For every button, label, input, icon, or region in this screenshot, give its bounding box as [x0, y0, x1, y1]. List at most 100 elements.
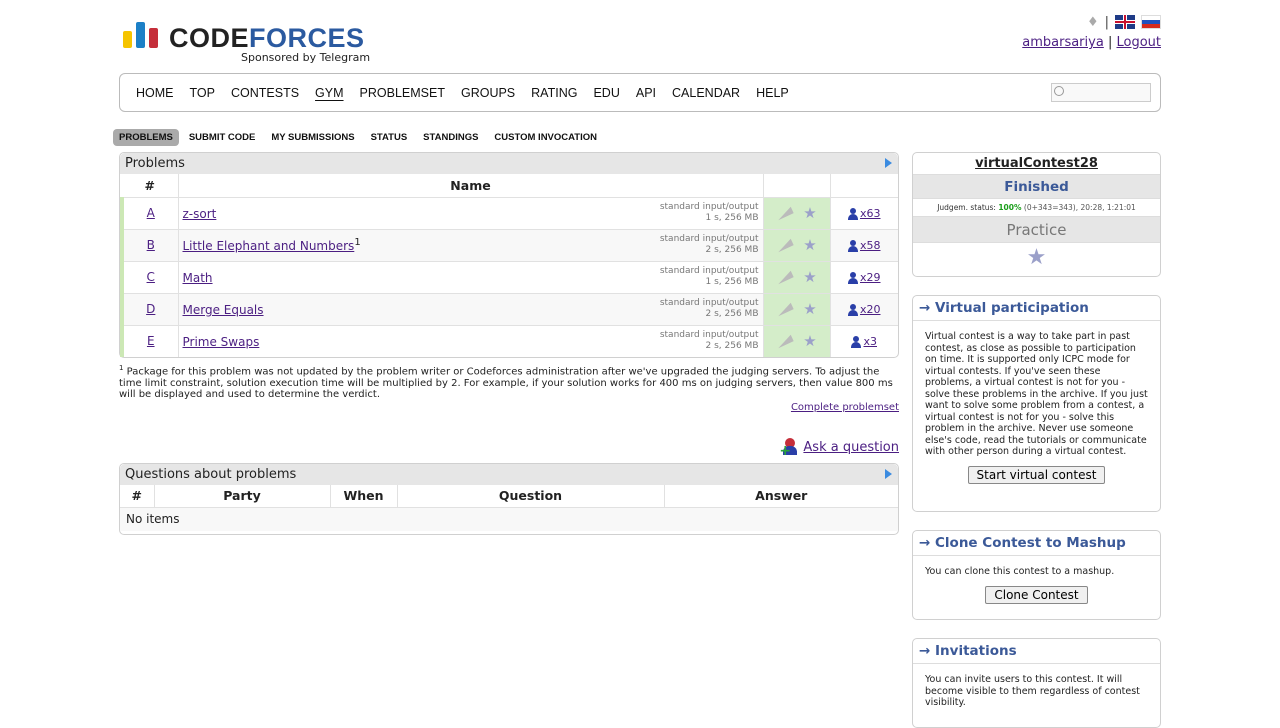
col-when: When [330, 485, 398, 507]
solved-count-link[interactable]: x29 [847, 271, 881, 284]
complete-problemset-link[interactable]: Complete problemset [791, 402, 899, 413]
expand-arrow-icon[interactable] [885, 158, 892, 168]
menu-item-help[interactable]: HELP [756, 86, 789, 100]
russian-flag-icon[interactable] [1141, 15, 1161, 29]
logo-bar-blue [136, 22, 145, 48]
judge-detail: (0+343=343), 20:28, 1:21:01 [1023, 203, 1136, 212]
problem-index-link[interactable]: B [147, 238, 155, 252]
search-input[interactable] [1051, 83, 1151, 102]
virtual-participation-panel: → Virtual participation Virtual contest … [912, 295, 1161, 512]
no-items-text: No items [120, 506, 898, 531]
judgement-status: Judgem. status: 100% (0+343=343), 20:28,… [913, 199, 1160, 217]
submit-icon[interactable] [775, 302, 794, 316]
submenu-custom-invocation[interactable]: CUSTOM INVOCATION [488, 129, 603, 146]
problem-limits: 2 s, 256 MB [705, 308, 759, 319]
user-icon [847, 271, 858, 284]
main-menu: HOME TOP CONTESTS GYM PROBLEMSET GROUPS … [119, 73, 1161, 112]
problem-name-link[interactable]: z-sort [183, 207, 217, 221]
virtual-title: → Virtual participation [913, 296, 1160, 321]
star-icon[interactable]: ★ [803, 204, 816, 222]
submit-icon[interactable] [775, 334, 794, 349]
menu-item-edu[interactable]: EDU [593, 86, 619, 100]
clone-description: You can clone this contest to a mashup. [925, 566, 1115, 577]
star-icon[interactable]: ★ [803, 332, 816, 350]
menu-item-api[interactable]: API [636, 86, 656, 100]
problem-io: standard input/output [659, 201, 759, 212]
user-icon [847, 303, 858, 316]
user-icon [851, 335, 862, 348]
clone-contest-button[interactable]: Clone Contest [985, 585, 1088, 604]
star-icon[interactable]: ★ [803, 268, 816, 286]
menu-item-problemset[interactable]: PROBLEMSET [360, 86, 445, 100]
questions-title: Questions about problems [125, 467, 297, 482]
submenu-submit-code[interactable]: SUBMIT CODE [183, 129, 262, 146]
separator: | [1107, 35, 1113, 50]
star-icon[interactable]: ★ [803, 300, 816, 318]
problem-index-link[interactable]: D [146, 302, 155, 316]
judge-percent: 100% [998, 203, 1022, 212]
questions-table: # Party When Question Answer No items [120, 485, 898, 531]
invitations-title: → Invitations [913, 639, 1160, 664]
invitations-description: You can invite users to this contest. It… [925, 674, 1140, 708]
codeforces-logo[interactable]: CODEFORCES Sponsored by Telegram [123, 20, 371, 66]
submit-icon[interactable] [775, 270, 794, 284]
solved-count-link[interactable]: x58 [847, 239, 881, 252]
submenu-my-submissions[interactable]: MY SUBMISSIONS [265, 129, 360, 146]
problem-name-link[interactable]: Merge Equals [183, 303, 264, 317]
problem-name-link[interactable]: Little Elephant and Numbers [183, 239, 355, 253]
user-links: ambarsariya | Logout [1022, 35, 1161, 50]
judge-label: Judgem. status: [937, 203, 996, 212]
ask-question[interactable]: + Ask a question [779, 438, 899, 458]
invitations-panel: → Invitations You can invite users to th… [912, 638, 1161, 728]
problem-index-link[interactable]: E [147, 334, 155, 348]
submenu-problems[interactable]: PROBLEMS [113, 129, 179, 146]
solved-count-link[interactable]: x63 [847, 207, 881, 220]
bell-icon[interactable]: ♦ [1087, 15, 1099, 30]
col-solved [830, 174, 898, 197]
problem-row: C Math standard input/output 1 s, 256 MB … [120, 260, 898, 293]
problems-title: Problems [125, 156, 185, 171]
username-link[interactable]: ambarsariya [1022, 35, 1104, 50]
submenu-status[interactable]: STATUS [365, 129, 414, 146]
footnote-marker: 1 [119, 364, 124, 372]
clone-contest-panel: → Clone Contest to Mashup You can clone … [912, 530, 1161, 620]
menu-item-gym[interactable]: GYM [315, 86, 343, 100]
problems-header: Problems [120, 153, 898, 174]
footnote-mark: 1 [354, 237, 361, 248]
footnote-text: Package for this problem was not updated… [119, 366, 893, 401]
contest-info-panel: virtualContest28 Finished Judgem. status… [912, 152, 1161, 277]
problem-io: standard input/output [659, 265, 759, 276]
problem-name-link[interactable]: Prime Swaps [183, 335, 260, 349]
star-icon[interactable]: ★ [803, 236, 816, 254]
problem-io: standard input/output [659, 329, 759, 340]
ask-question-link[interactable]: Ask a question [803, 440, 899, 455]
sponsor-text: Sponsored by Telegram [241, 51, 371, 64]
menu-item-calendar[interactable]: CALENDAR [672, 86, 740, 100]
menu-item-groups[interactable]: GROUPS [461, 86, 515, 100]
menu-item-top[interactable]: TOP [190, 86, 215, 100]
submenu-standings[interactable]: STANDINGS [417, 129, 484, 146]
problem-name-link[interactable]: Math [183, 271, 213, 285]
problem-index-link[interactable]: C [147, 270, 155, 284]
problem-limits: 2 s, 256 MB [705, 244, 759, 255]
solved-count-link[interactable]: x20 [847, 303, 881, 316]
logo-bar-yellow [123, 31, 132, 48]
menu-item-contests[interactable]: CONTESTS [231, 86, 299, 100]
logout-link[interactable]: Logout [1116, 35, 1161, 50]
start-virtual-contest-button[interactable]: Start virtual contest [967, 465, 1106, 484]
separator: | [1104, 14, 1109, 30]
menu-item-home[interactable]: HOME [136, 86, 174, 100]
ask-question-icon: + [779, 438, 799, 458]
search-icon [1054, 86, 1064, 96]
expand-arrow-icon[interactable] [885, 469, 892, 479]
english-flag-icon[interactable] [1115, 15, 1135, 29]
star-icon[interactable]: ★ [913, 243, 1160, 273]
solved-count-link[interactable]: x3 [851, 335, 877, 348]
user-icon [847, 239, 858, 252]
problem-index-link[interactable]: A [147, 206, 155, 220]
submit-icon[interactable] [775, 238, 794, 252]
problem-row: B Little Elephant and Numbers1 standard … [120, 228, 898, 261]
contest-name-link[interactable]: virtualContest28 [913, 153, 1160, 175]
menu-item-rating[interactable]: RATING [531, 86, 577, 100]
submit-icon[interactable] [775, 206, 794, 220]
